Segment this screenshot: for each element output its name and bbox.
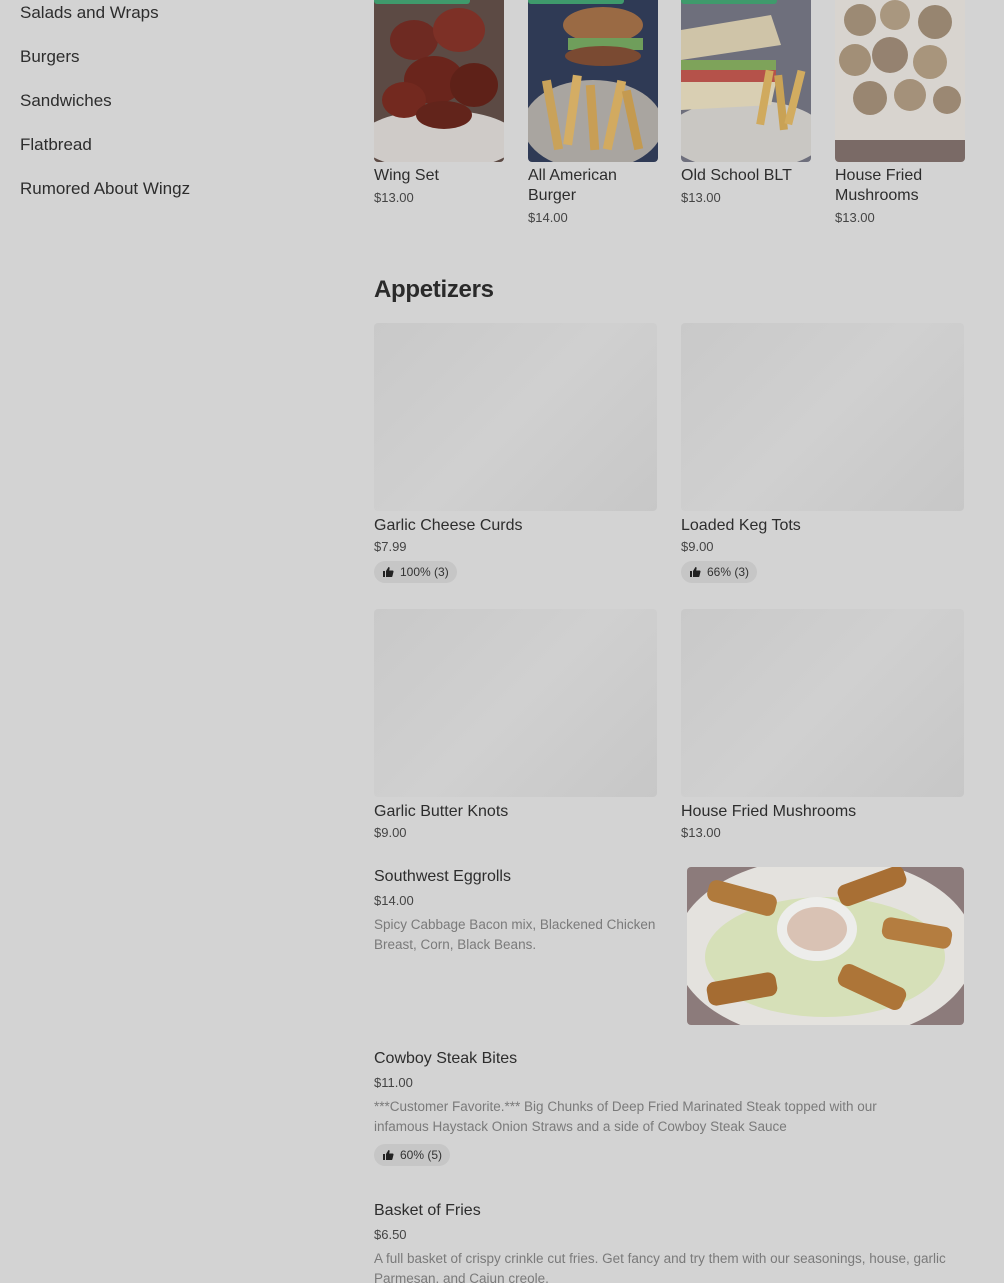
image-placeholder: [681, 609, 964, 797]
rating-badge: 60% (5): [374, 1144, 451, 1166]
menu-card-garlic-cheese-curds[interactable]: Garlic Cheese Curds $7.99 100% (3): [374, 323, 657, 583]
popular-tag: [528, 0, 624, 4]
menu-item-name: Cowboy Steak Bites: [374, 1050, 518, 1067]
menu-row-basket-of-fries[interactable]: Basket of Fries $6.50 A full basket of c…: [374, 1201, 964, 1283]
sidebar-item-flatbread[interactable]: Flatbread: [20, 133, 320, 177]
menu-row-cowboy-steak-bites[interactable]: Cowboy Steak Bites $11.00 ***Customer Fa…: [374, 1049, 964, 1166]
menu-item-name: Basket of Fries: [374, 1202, 481, 1219]
menu-row-southwest-eggrolls[interactable]: Southwest Eggrolls $14.00 Spicy Cabbage …: [374, 867, 964, 1027]
food-photo: [374, 0, 504, 162]
image-placeholder: [681, 323, 964, 511]
menu-item-price: $9.00: [374, 825, 407, 840]
featured-item-name: Wing Set: [374, 167, 439, 184]
popular-tag: [374, 0, 470, 4]
featured-item-price: $13.00: [374, 190, 414, 205]
menu-item-price: $11.00: [374, 1075, 413, 1090]
food-photo: [681, 0, 811, 162]
sidebar-item-sandwiches[interactable]: Sandwiches: [20, 89, 320, 133]
menu-card-house-fried-mushrooms[interactable]: House Fried Mushrooms $13.00: [681, 609, 964, 842]
menu-item-description: ***Customer Favorite.*** Big Chunks of D…: [374, 1099, 877, 1134]
menu-item-price: $14.00: [374, 893, 414, 908]
thumbs-up-icon: [383, 1150, 394, 1160]
featured-item-name: House Fried Mushrooms: [835, 167, 923, 204]
featured-item-all-american-burger[interactable]: All American Burger $14.00: [528, 0, 658, 227]
menu-card-loaded-keg-tots[interactable]: Loaded Keg Tots $9.00 66% (3): [681, 323, 964, 583]
menu-item-description: Spicy Cabbage Bacon mix, Blackened Chick…: [374, 917, 656, 952]
popular-tag: [681, 0, 777, 4]
sidebar-item-rumored-about-wingz[interactable]: Rumored About Wingz: [20, 177, 320, 221]
menu-item-name: Southwest Eggrolls: [374, 868, 511, 885]
rating-text: 66% (3): [707, 565, 750, 579]
menu-card-garlic-butter-knots[interactable]: Garlic Butter Knots $9.00: [374, 609, 657, 842]
section-title-appetizers: Appetizers: [374, 276, 494, 303]
sidebar-item-burgers[interactable]: Burgers: [20, 45, 320, 89]
thumbs-up-icon: [690, 567, 701, 577]
featured-item-price: $13.00: [681, 190, 721, 205]
food-photo: [687, 867, 964, 1025]
sidebar-item-salads-and-wraps[interactable]: Salads and Wraps: [20, 1, 320, 45]
rating-badge: 100% (3): [374, 561, 457, 583]
featured-item-wing-set[interactable]: Wing Set $13.00: [374, 0, 504, 207]
featured-item-house-fried-mushrooms[interactable]: House Fried Mushrooms $13.00: [835, 0, 965, 227]
thumbs-up-icon: [383, 567, 394, 577]
menu-item-name: Garlic Cheese Curds: [374, 517, 523, 534]
menu-item-price: $9.00: [681, 539, 714, 554]
menu-item-description: A full basket of crispy crinkle cut frie…: [374, 1251, 946, 1283]
menu-item-price: $13.00: [681, 825, 721, 840]
food-photo: [528, 0, 658, 162]
menu-item-price: $6.50: [374, 1227, 407, 1242]
category-sidebar: Salads and Wraps Burgers Sandwiches Flat…: [20, 0, 320, 221]
menu-item-name: Loaded Keg Tots: [681, 517, 801, 534]
featured-item-price: $13.00: [835, 210, 875, 225]
food-photo: [835, 0, 965, 162]
rating-badge: 66% (3): [681, 561, 758, 583]
image-placeholder: [374, 323, 657, 511]
featured-item-name: All American Burger: [528, 167, 617, 204]
featured-item-price: $14.00: [528, 210, 568, 225]
menu-item-price: $7.99: [374, 539, 407, 554]
featured-items-row: Wing Set $13.00 All American Burger $14.…: [374, 0, 965, 240]
rating-text: 100% (3): [400, 565, 449, 579]
menu-item-name: House Fried Mushrooms: [681, 803, 857, 820]
image-placeholder: [374, 609, 657, 797]
featured-item-name: Old School BLT: [681, 167, 792, 184]
rating-text: 60% (5): [400, 1148, 443, 1162]
featured-item-old-school-blt[interactable]: Old School BLT $13.00: [681, 0, 811, 207]
menu-item-name: Garlic Butter Knots: [374, 803, 509, 820]
